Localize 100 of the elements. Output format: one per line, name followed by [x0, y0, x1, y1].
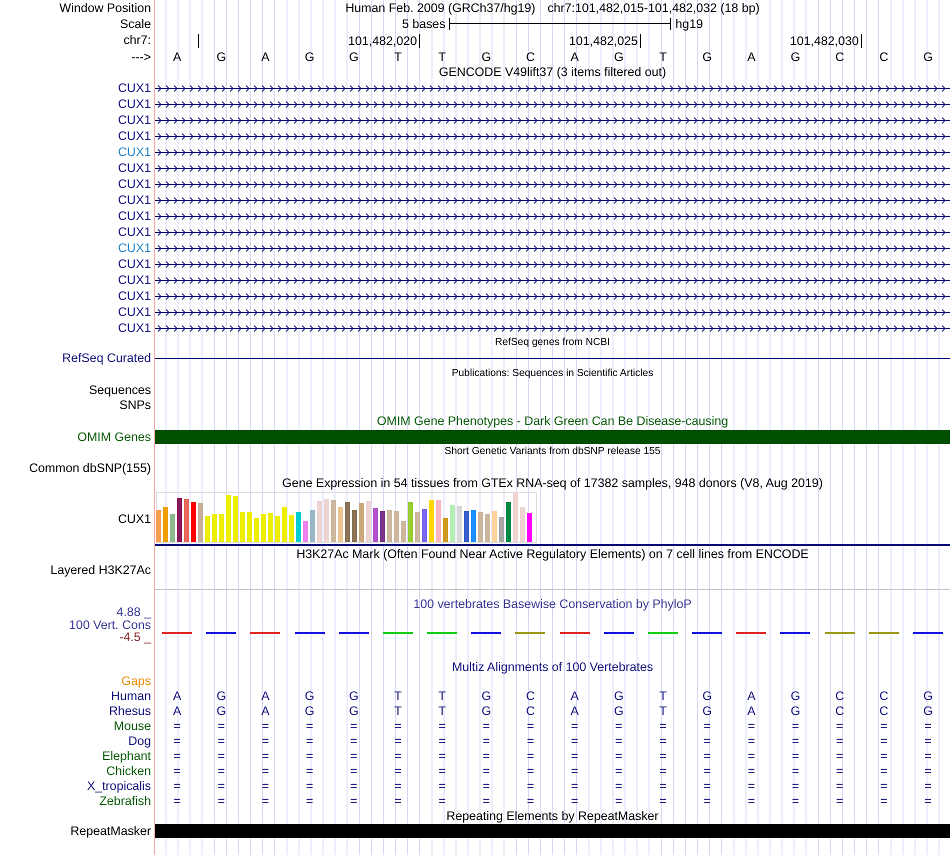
alignment-base: =: [880, 720, 888, 733]
alignment-base: =: [262, 795, 270, 808]
alignment-base: T: [659, 705, 667, 718]
axis-max-label: 4.88 _: [116, 606, 151, 619]
alignment-base: =: [482, 750, 490, 763]
gene-label[interactable]: CUX1: [118, 98, 151, 110]
conservation-dash: [736, 632, 766, 634]
alignment-base: =: [438, 735, 446, 748]
gene-label[interactable]: CUX1: [118, 290, 151, 302]
conservation-dash: [294, 632, 325, 634]
alignment-base: =: [306, 795, 314, 808]
alignment-base: =: [526, 720, 534, 733]
alignment-base: A: [172, 705, 182, 718]
alignment-base: G: [216, 690, 226, 703]
alignment-base: C: [526, 690, 535, 703]
gene-label[interactable]: CUX1: [118, 146, 151, 158]
assembly-title: Human Feb. 2009 (GRCh37/hg19): [345, 2, 536, 14]
conservation-dash: [913, 632, 943, 634]
alignment-base: A: [172, 690, 182, 703]
alignment-base: =: [924, 795, 932, 808]
alignment-base: =: [306, 765, 314, 778]
gene-label[interactable]: CUX1: [118, 258, 151, 270]
track-title: RefSeq genes from NCBI: [495, 338, 610, 348]
alignment-base: A: [747, 690, 756, 703]
alignment-base: =: [748, 765, 755, 778]
gene-label[interactable]: CUX1: [118, 322, 151, 334]
track-label: Scale: [120, 18, 151, 30]
alignment-base: =: [526, 765, 534, 778]
gene-label[interactable]: CUX1: [118, 274, 151, 286]
alignment-base: =: [571, 780, 578, 793]
alignment-base: =: [482, 780, 490, 793]
gene-label[interactable]: CUX1: [118, 226, 151, 238]
alignment-base: =: [704, 735, 711, 748]
gene-label[interactable]: CUX1: [118, 162, 151, 174]
alignment-base: =: [792, 735, 800, 748]
alignment-base: =: [704, 750, 711, 763]
alignment-base: =: [526, 750, 534, 763]
track-label: --->: [131, 50, 151, 64]
alignment-base: =: [836, 750, 844, 763]
base-letter: A: [570, 50, 579, 64]
alignment-base: =: [482, 765, 490, 778]
track-title: Short Genetic Variants from dbSNP release 155: [444, 447, 660, 458]
alignment-base: =: [350, 735, 358, 748]
alignment-base: G: [348, 705, 359, 718]
alignment-base: T: [394, 705, 402, 718]
alignment-base: A: [261, 705, 270, 718]
alignment-base: T: [394, 690, 402, 703]
alignment-base: T: [659, 690, 667, 703]
alignment-base: G: [304, 690, 314, 703]
species-label: X_tropicalis: [86, 780, 151, 793]
alignment-base: G: [702, 690, 712, 703]
alignment-base: T: [438, 690, 446, 703]
alignment-base: =: [792, 780, 800, 793]
alignment-base: =: [438, 780, 446, 793]
gene-label[interactable]: CUX1: [118, 130, 151, 142]
alignment-base: G: [923, 690, 933, 703]
alignment-base: =: [615, 780, 622, 793]
conservation-dash: [427, 632, 458, 634]
base-letter: A: [172, 50, 182, 64]
tick-mark: [419, 34, 420, 48]
gene-label[interactable]: CUX1: [118, 242, 151, 254]
alignment-base: =: [482, 795, 490, 808]
gene-label[interactable]: CUX1: [118, 306, 151, 318]
alignment-base: =: [218, 720, 225, 733]
alignment-base: =: [218, 780, 225, 793]
alignment-base: =: [792, 750, 800, 763]
gene-label[interactable]: CUX1: [118, 194, 151, 206]
alignment-base: =: [306, 780, 314, 793]
position-text: chr7:101,482,015-101,482,032 (18 bp): [547, 2, 760, 14]
alignment-base: =: [836, 765, 844, 778]
alignment-base: =: [924, 735, 932, 748]
track-label: Layered H3K27Ac: [50, 564, 151, 576]
conservation-dash: [868, 632, 899, 634]
conservation-dash: [780, 632, 810, 634]
axis-min-label: -4.5 _: [119, 631, 151, 644]
alignment-base: G: [702, 705, 712, 718]
alignment-base: =: [571, 720, 578, 733]
coordinate-label: 101,482,025: [568, 35, 638, 48]
gene-label[interactable]: CUX1: [118, 114, 151, 126]
base-letter: T: [394, 50, 402, 64]
base-letter: T: [438, 50, 446, 64]
alignment-base: A: [747, 705, 756, 718]
alignment-base: =: [880, 765, 888, 778]
alignment-base: =: [262, 780, 270, 793]
base-letter: G: [304, 50, 314, 64]
tick-mark: [860, 34, 862, 48]
gene-label[interactable]: CUX1: [118, 82, 151, 94]
gene-label[interactable]: CUX1: [118, 210, 151, 222]
alignment-base: C: [526, 705, 535, 718]
alignment-base: =: [526, 780, 534, 793]
conservation-dash: [604, 632, 634, 634]
base-letter: C: [526, 50, 535, 64]
alignment-base: =: [306, 735, 314, 748]
gene-label[interactable]: CUX1: [118, 178, 151, 190]
species-label: Rhesus: [108, 705, 151, 718]
alignment-base: =: [306, 720, 314, 733]
track-label: RefSeq Curated: [62, 352, 151, 364]
alignment-base: =: [748, 750, 755, 763]
alignment-base: =: [836, 795, 844, 808]
alignment-base: G: [348, 690, 359, 703]
